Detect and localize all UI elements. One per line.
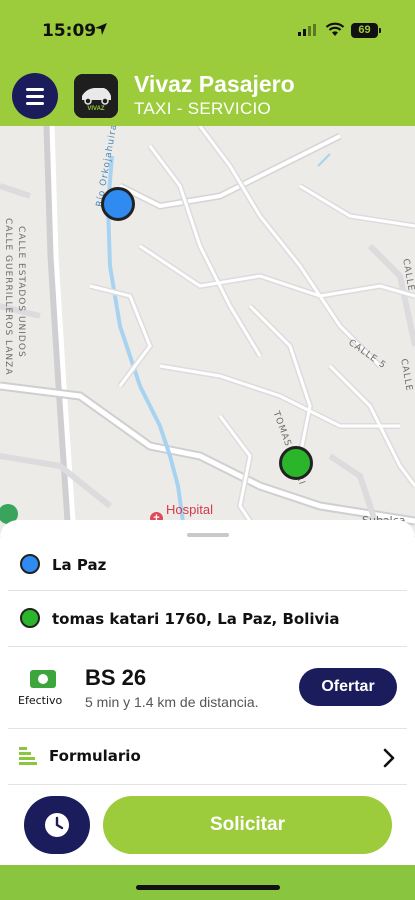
sheet-drag-handle[interactable] — [187, 533, 229, 537]
chevron-right-icon[interactable] — [382, 748, 396, 768]
history-button[interactable] — [24, 796, 90, 854]
battery-icon: 69 — [351, 23, 378, 38]
cellular-signal-icon — [298, 24, 316, 36]
street-label: CALLE ESTADOS UNIDOS — [16, 226, 26, 358]
menu-button[interactable] — [12, 73, 58, 119]
map-roads — [0, 126, 415, 536]
map-view[interactable]: Río Orkojahuira CALLE ESTADOS UNIDOS CAL… — [0, 126, 415, 536]
status-bar: 15:09 69 — [0, 18, 415, 44]
divider — [8, 590, 407, 591]
trip-price: BS 26 — [85, 665, 147, 690]
clock-icon — [45, 813, 69, 837]
trip-eta: 5 min y 1.4 km de distancia. — [85, 694, 259, 710]
hospital-label: Hospital — [166, 502, 213, 517]
car-logo-icon: VIVAZ — [74, 74, 118, 118]
logo-text: VIVAZ — [87, 106, 105, 112]
home-indicator[interactable] — [136, 885, 280, 890]
app-header: 15:09 69 VIVAZ Vivaz Pasajero TAXI - SER… — [0, 0, 415, 126]
origin-marker[interactable] — [101, 187, 135, 221]
destination-marker[interactable] — [279, 446, 313, 480]
street-label: CALLE GUERRILLEROS LANZA — [3, 218, 13, 376]
wifi-icon — [325, 22, 345, 36]
cash-icon — [30, 670, 56, 688]
destination-dot-icon — [20, 608, 40, 628]
divider — [8, 646, 407, 647]
page-subtitle: TAXI - SERVICIO — [134, 99, 272, 118]
app-logo: VIVAZ — [74, 74, 118, 118]
destination-address[interactable]: tomas katari 1760, La Paz, Bolivia — [52, 610, 340, 628]
divider — [8, 784, 407, 785]
location-arrow-icon — [95, 23, 107, 35]
battery-tip — [379, 28, 381, 33]
page-title: Vivaz Pasajero — [134, 71, 295, 97]
form-label[interactable]: Formulario — [49, 747, 141, 765]
divider — [8, 728, 407, 729]
bottom-strip — [0, 865, 415, 900]
origin-address[interactable]: La Paz — [52, 556, 106, 574]
request-button[interactable]: Solicitar — [103, 796, 392, 854]
status-time: 15:09 — [42, 21, 97, 41]
list-icon — [19, 747, 37, 765]
hamburger-icon — [26, 87, 44, 91]
offer-button[interactable]: Ofertar — [299, 668, 397, 706]
origin-dot-icon — [20, 554, 40, 574]
trip-sheet: La Paz tomas katari 1760, La Paz, Bolivi… — [0, 520, 415, 865]
payment-method-label[interactable]: Efectivo — [18, 694, 62, 707]
